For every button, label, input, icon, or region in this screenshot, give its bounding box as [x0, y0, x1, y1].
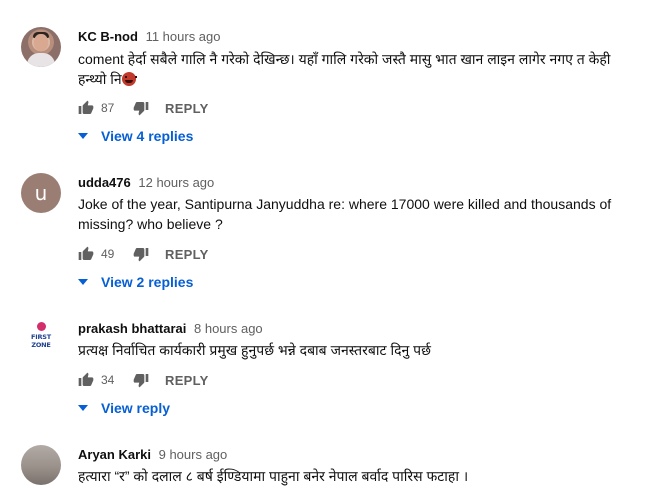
comment-text-line-2: हन्थ्यो नि — [78, 69, 648, 89]
comment-text-line-2-content: हन्थ्यो नि — [78, 71, 122, 87]
comment-header: udda476 12 hours ago — [78, 175, 214, 190]
comment-header: Aryan Karki 9 hours ago — [78, 447, 227, 462]
comment-text-line-2: missing? who believe ? — [78, 216, 223, 232]
avatar-logo-text: FIRST ZONE — [31, 333, 51, 349]
like-count: 49 — [101, 247, 115, 261]
comment-text: Joke of the year, Santipurna Janyuddha r… — [78, 194, 648, 234]
comment-text-line: प्रत्यक्ष निर्वाचित कार्यकारी प्रमुख हुन… — [78, 342, 431, 358]
comment-actions: 34 REPLY — [76, 368, 209, 392]
reply-button[interactable]: REPLY — [165, 101, 209, 116]
emoji-face-icon — [121, 72, 137, 86]
comment-actions: 49 REPLY — [76, 242, 209, 266]
avatar[interactable] — [21, 27, 61, 67]
view-replies-button[interactable]: View reply — [76, 396, 170, 420]
logo-mark-icon — [37, 322, 46, 331]
view-replies-label: View reply — [101, 400, 171, 416]
author-name[interactable]: Aryan Karki — [78, 447, 151, 462]
author-name[interactable]: KC B-nod — [78, 29, 138, 44]
comment-actions: 87 REPLY — [76, 96, 209, 120]
chevron-down-icon — [76, 401, 90, 415]
view-replies-button[interactable]: View 2 replies — [76, 270, 193, 294]
view-replies-button[interactable]: View 4 replies — [76, 124, 193, 148]
chevron-down-icon — [76, 275, 90, 289]
timestamp[interactable]: 12 hours ago — [138, 175, 214, 190]
author-name[interactable]: udda476 — [78, 175, 131, 190]
thumb-up-icon[interactable] — [76, 370, 96, 390]
comment-header: prakash bhattarai 8 hours ago — [78, 321, 263, 336]
thumb-down-icon[interactable] — [131, 244, 151, 264]
comment-text: प्रत्यक्ष निर्वाचित कार्यकारी प्रमुख हुन… — [78, 340, 648, 360]
avatar[interactable]: u — [21, 173, 61, 213]
reply-button[interactable]: REPLY — [165, 373, 209, 388]
view-replies-label: View 2 replies — [101, 274, 194, 290]
thumb-up-icon[interactable] — [76, 244, 96, 264]
timestamp[interactable]: 11 hours ago — [146, 29, 221, 44]
chevron-down-icon — [76, 129, 90, 143]
reply-button[interactable]: REPLY — [165, 247, 209, 262]
avatar[interactable]: FIRST ZONE — [21, 319, 61, 359]
like-count: 34 — [101, 373, 115, 387]
timestamp[interactable]: 9 hours ago — [159, 447, 228, 462]
view-replies-label: View 4 replies — [101, 128, 194, 144]
comment-text: हत्यारा “र” को दलाल ८ बर्ष ईण्डियामा पाह… — [78, 466, 648, 486]
timestamp[interactable]: 8 hours ago — [194, 321, 263, 336]
thumb-down-icon[interactable] — [131, 98, 151, 118]
like-count: 87 — [101, 101, 115, 115]
avatar[interactable] — [21, 445, 61, 485]
comment-text-line: हत्यारा “र” को दलाल ८ बर्ष ईण्डियामा पाह… — [78, 468, 469, 484]
thumb-down-icon[interactable] — [131, 370, 151, 390]
comment-text-line: Joke of the year, Santipurna Janyuddha r… — [78, 196, 612, 212]
comment-header: KC B-nod 11 hours ago — [78, 29, 221, 44]
comment-text: coment हेर्दा सबैले गालि नै गरेको देखिन्… — [78, 49, 648, 89]
comment-text-line: coment हेर्दा सबैले गालि नै गरेको देखिन्… — [78, 51, 611, 67]
thumb-up-icon[interactable] — [76, 98, 96, 118]
avatar-letter: u — [34, 181, 48, 205]
author-name[interactable]: prakash bhattarai — [78, 321, 186, 336]
